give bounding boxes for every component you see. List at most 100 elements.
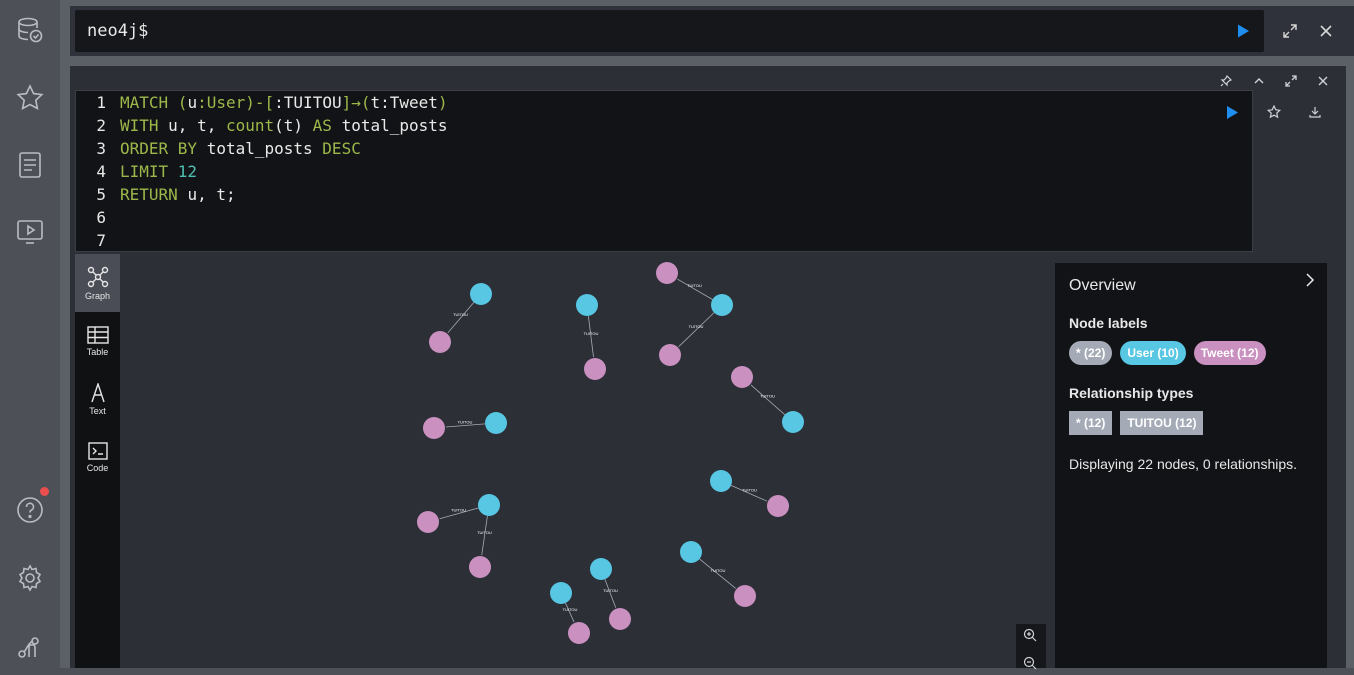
query-line: 5 RETURN u, t; (76, 183, 1252, 206)
graph-icon (87, 266, 108, 287)
relationship-label: TUITOU (477, 530, 492, 535)
line-number: 1 (96, 93, 106, 112)
relationship-edge[interactable] (678, 312, 715, 347)
relationship-label: TUITOU (711, 568, 726, 573)
user-node[interactable] (711, 294, 733, 316)
code-icon (87, 441, 108, 460)
query-line: 2 WITH u, t, count(t) AS total_posts (76, 114, 1252, 137)
user-node[interactable] (485, 412, 507, 434)
user-node[interactable] (470, 283, 492, 305)
tweet-node[interactable] (568, 622, 590, 644)
editor-bar: neo4j$ (70, 6, 1354, 56)
tweet-node[interactable] (469, 556, 491, 578)
document-icon[interactable] (10, 145, 50, 185)
user-node[interactable] (478, 494, 500, 516)
view-table-label: Table (86, 346, 109, 357)
view-code-tab[interactable]: Code (75, 428, 120, 486)
neo4j-icon[interactable] (10, 626, 50, 666)
overview-title: Overview (1069, 277, 1136, 294)
query-line: 7 (76, 229, 1252, 252)
relationship-edge[interactable] (565, 602, 575, 623)
line-number: 6 (96, 208, 106, 227)
query-editor-input[interactable]: neo4j$ (75, 10, 1264, 52)
view-text-label: Text (89, 405, 106, 416)
label-chip[interactable]: Tweet (12) (1193, 341, 1266, 365)
relationship-label: TUITOU (453, 312, 468, 317)
relationship-type-chips: * (12) TUITOU (12) (1069, 411, 1313, 435)
database-icon[interactable] (10, 10, 50, 50)
user-node[interactable] (576, 294, 598, 316)
label-chip[interactable]: TUITOU (12) (1120, 411, 1204, 435)
relationship-edge[interactable] (587, 315, 594, 358)
collapse-icon[interactable] (1249, 71, 1269, 91)
tweet-node[interactable] (656, 262, 678, 284)
tweet-node[interactable] (767, 495, 789, 517)
pin-icon[interactable] (1216, 71, 1236, 91)
help-icon[interactable] (10, 490, 50, 530)
relationship-types-heading: Relationship types (1069, 385, 1194, 401)
user-node[interactable] (550, 582, 572, 604)
zoom-out-icon[interactable] (1023, 656, 1037, 675)
tweet-node[interactable] (584, 358, 606, 380)
line-number: 3 (96, 139, 106, 158)
zoom-in-icon[interactable] (1023, 628, 1037, 647)
star-icon[interactable] (10, 78, 50, 118)
text-icon (90, 382, 105, 402)
tweet-node[interactable] (731, 366, 753, 388)
zoom-controls (1016, 624, 1046, 670)
fullscreen-icon[interactable] (1281, 71, 1301, 91)
expand-icon[interactable] (1278, 19, 1302, 43)
label-chip[interactable]: * (12) (1069, 411, 1113, 435)
relationship-label: TUITOU (563, 607, 578, 612)
tweet-node[interactable] (609, 608, 631, 630)
relationship-edge[interactable] (604, 579, 617, 608)
rerun-icon[interactable] (1220, 100, 1244, 124)
relationship-edge[interactable] (750, 384, 786, 416)
close-frame-icon[interactable] (1313, 71, 1333, 91)
node-label-chips: * (22) User (10) Tweet (12) (1069, 341, 1313, 365)
tweet-node[interactable] (659, 344, 681, 366)
relationship-edge[interactable] (699, 558, 736, 589)
view-graph-label: Graph (84, 290, 110, 301)
view-graph-tab[interactable]: Graph (75, 254, 120, 312)
download-icon[interactable] (1303, 100, 1327, 124)
query-line: 1 MATCH (u:User)-[:TUITOU]→(t:Tweet) (76, 91, 1252, 114)
query-line: 3 ORDER BY total_posts DESC (76, 137, 1252, 160)
query-line: 6 (76, 206, 1252, 229)
tweet-node[interactable] (429, 331, 451, 353)
user-node[interactable] (590, 558, 612, 580)
view-text-tab[interactable]: Text (75, 370, 120, 428)
settings-icon[interactable] (10, 558, 50, 598)
relationship-edge[interactable] (447, 302, 475, 334)
user-node[interactable] (710, 470, 732, 492)
close-icon[interactable] (1314, 19, 1338, 43)
tweet-node[interactable] (417, 511, 439, 533)
relationship-label: TUITOU (687, 283, 702, 288)
run-query-icon[interactable] (1231, 19, 1255, 43)
play-guide-icon[interactable] (10, 212, 50, 252)
relationship-label: TUITOU (760, 394, 775, 399)
relationship-label: TUITOU (603, 588, 618, 593)
editor-prompt: neo4j$ (87, 21, 149, 41)
overview-panel: Overview Node labels * (22) User (10) Twee… (1055, 263, 1327, 668)
label-chip[interactable]: * (22) (1069, 341, 1113, 365)
line-number: 2 (96, 116, 106, 135)
collapse-overview-icon[interactable] (1305, 273, 1315, 292)
graph-canvas[interactable]: TUITOU TUITOU TUITOU TUITOU TUITOU TUITOU TUIT… (120, 254, 1055, 668)
favorite-star-icon[interactable] (1262, 100, 1286, 124)
tweet-node[interactable] (423, 417, 445, 439)
view-switcher: Graph Table Text Code (75, 254, 120, 668)
view-code-label: Code (86, 462, 109, 473)
relationship-label: TUITOU (451, 508, 466, 513)
relationship-edge[interactable] (481, 515, 488, 556)
label-chip[interactable]: User (10) (1120, 341, 1186, 365)
line-number: 7 (96, 231, 106, 250)
query-code[interactable]: 1 MATCH (u:User)-[:TUITOU]→(t:Tweet) 2 WITH… (75, 90, 1253, 252)
user-node[interactable] (680, 541, 702, 563)
view-table-tab[interactable]: Table (75, 312, 120, 370)
overview-status: Displaying 22 nodes, 0 relationships. (1069, 456, 1298, 472)
relationship-label: TUITOU (584, 331, 599, 336)
node-labels-heading: Node labels (1069, 315, 1148, 331)
user-node[interactable] (782, 411, 804, 433)
tweet-node[interactable] (734, 585, 756, 607)
